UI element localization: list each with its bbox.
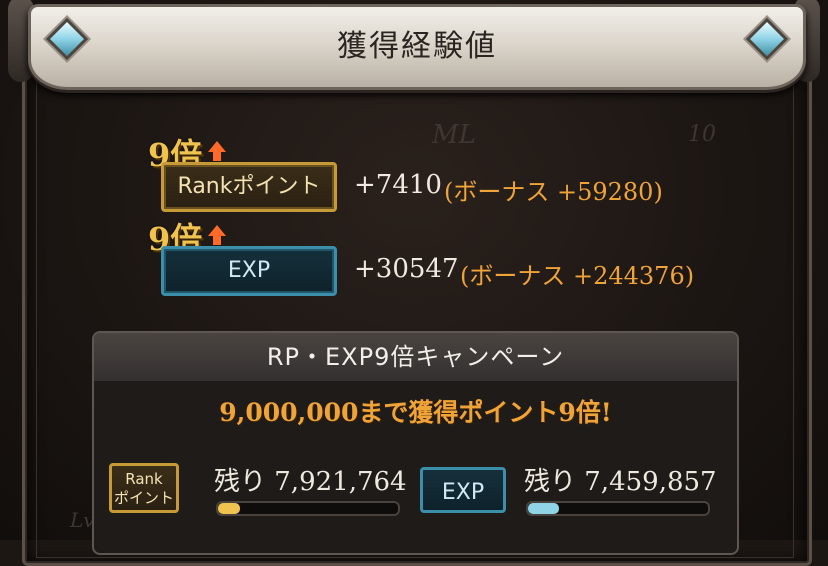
campaign-header: RP・EXP9倍キャンペーン <box>94 333 737 381</box>
campaign-rank-badge: Rank ポイント <box>109 463 179 513</box>
title-banner: 獲得経験値 <box>28 4 806 90</box>
campaign-rank-progress-bar <box>216 501 400 516</box>
campaign-rank-progress-fill <box>218 503 240 514</box>
rank-gain-value: +7410 <box>354 170 442 200</box>
up-arrow-stem <box>213 152 221 161</box>
rank-bonus-value: (ボーナス +59280) <box>444 178 663 206</box>
exp-bonus-value: (ボーナス +244376) <box>460 262 695 290</box>
campaign-exp-progress-fill <box>528 503 559 514</box>
exp-gain-value: +30547 <box>354 254 459 284</box>
campaign-exp-badge: EXP <box>420 467 506 513</box>
page-title: 獲得経験値 <box>337 29 497 64</box>
exp-badge: EXP <box>161 246 337 296</box>
campaign-rank-remaining: 残り 7,921,764 <box>214 467 407 497</box>
watermark-number: 10 <box>688 122 716 147</box>
rank-point-badge: Rankポイント <box>161 162 337 212</box>
up-arrow-icon <box>208 225 226 236</box>
watermark-lv: Lv <box>70 508 95 532</box>
campaign-subtitle: 9,000,000まで獲得ポイント9倍! <box>219 398 612 427</box>
up-arrow-icon <box>208 141 226 152</box>
result-panel: ML 10 Lv 獲得経験値 9倍 Rankポイント +7410 (ボーナス +… <box>0 0 828 566</box>
campaign-box: RP・EXP9倍キャンペーン 9,000,000まで獲得ポイント9倍! Rank… <box>92 331 739 555</box>
campaign-rank-badge-line1: Rank <box>125 470 163 488</box>
up-arrow-stem <box>213 236 221 245</box>
campaign-rank-badge-line2: ポイント <box>113 489 174 507</box>
campaign-exp-progress-bar <box>526 501 710 516</box>
watermark-ml: ML <box>432 120 476 150</box>
campaign-exp-remaining: 残り 7,459,857 <box>524 467 717 497</box>
